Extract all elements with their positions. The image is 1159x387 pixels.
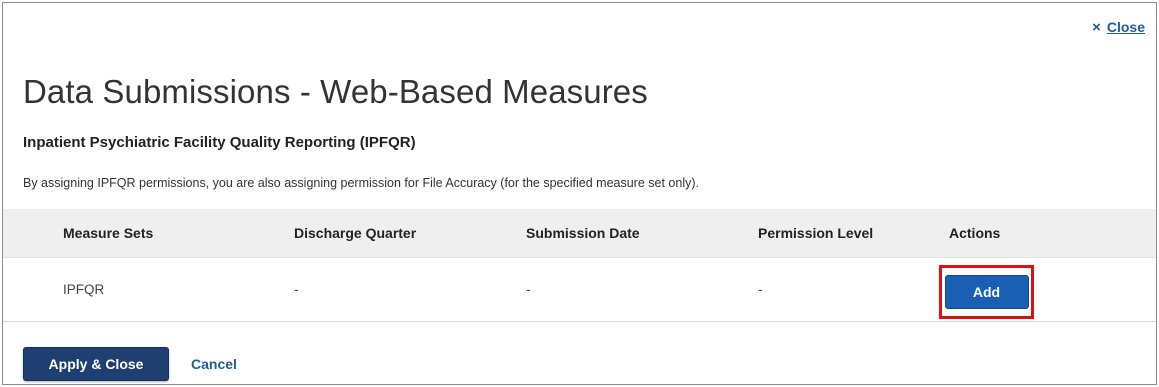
cell-measure-set: IPFQR bbox=[63, 282, 105, 297]
close-button[interactable]: × Close bbox=[1092, 19, 1145, 35]
dialog-footer: Apply & Close Cancel bbox=[23, 347, 237, 381]
page-title: Data Submissions - Web-Based Measures bbox=[23, 73, 648, 110]
modal-dialog: × Close Data Submissions - Web-Based Mea… bbox=[2, 2, 1157, 385]
table-header-row: Measure Sets Discharge Quarter Submissio… bbox=[3, 209, 1156, 258]
column-header-discharge-quarter: Discharge Quarter bbox=[294, 225, 417, 241]
column-header-measure-sets: Measure Sets bbox=[63, 225, 154, 241]
cancel-link[interactable]: Cancel bbox=[191, 356, 237, 372]
apply-close-button[interactable]: Apply & Close bbox=[23, 347, 169, 381]
add-button[interactable]: Add bbox=[944, 275, 1029, 309]
column-header-permission-level: Permission Level bbox=[758, 225, 874, 241]
section-subtitle: Inpatient Psychiatric Facility Quality R… bbox=[23, 134, 416, 151]
cell-discharge-quarter: - bbox=[294, 282, 299, 297]
cell-permission-level: - bbox=[758, 282, 763, 297]
close-icon: × bbox=[1092, 18, 1101, 36]
close-label: Close bbox=[1106, 19, 1145, 35]
measure-sets-table: Measure Sets Discharge Quarter Submissio… bbox=[3, 209, 1156, 322]
column-header-actions: Actions bbox=[949, 225, 1001, 241]
add-button-highlight: Add bbox=[939, 265, 1034, 319]
cell-submission-date: - bbox=[526, 282, 531, 297]
permission-note: By assigning IPFQR permissions, you are … bbox=[23, 176, 699, 190]
column-header-submission-date: Submission Date bbox=[526, 225, 640, 241]
